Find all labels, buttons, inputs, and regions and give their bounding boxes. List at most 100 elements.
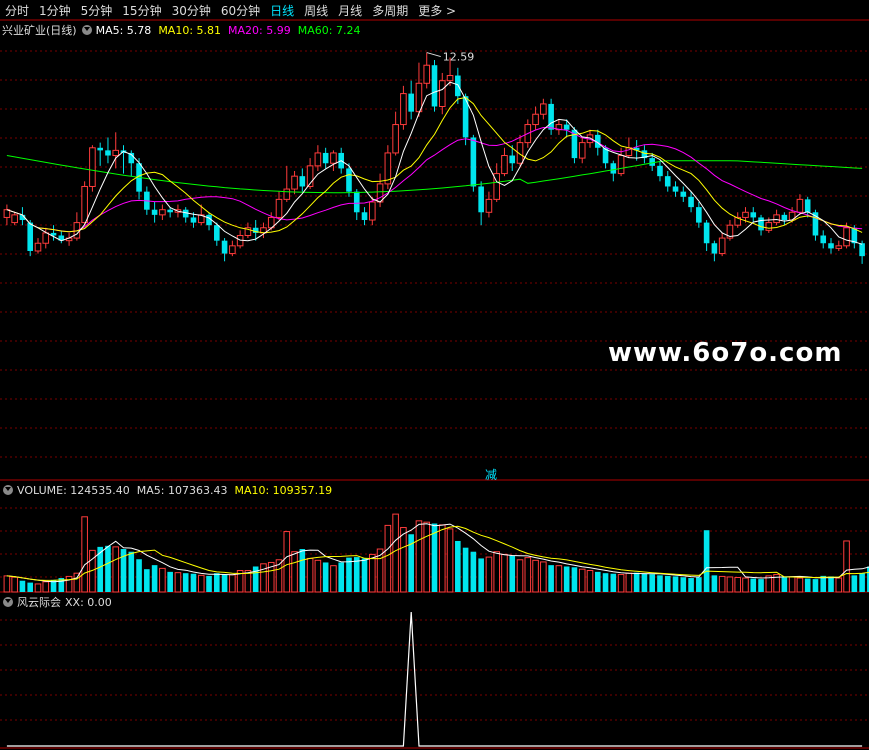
- volume-bar: [19, 580, 26, 592]
- candle-body: [159, 209, 166, 216]
- volume-bar: [788, 576, 796, 593]
- volume-bar: [167, 571, 173, 592]
- candle-body: [796, 198, 804, 213]
- volume-bar: [159, 567, 166, 593]
- volume-bar: [485, 556, 493, 593]
- volume-bar: [625, 572, 633, 593]
- volume-bar: [571, 567, 578, 592]
- candle-body: [81, 185, 88, 224]
- candle-body: [828, 243, 834, 249]
- volume-bar: [750, 578, 757, 592]
- candle-body: [649, 158, 655, 166]
- candle-body: [610, 163, 617, 174]
- candle-body: [742, 211, 749, 218]
- candle-body: [415, 82, 423, 113]
- volume-bar: [361, 558, 368, 592]
- candle-body: [283, 188, 291, 200]
- ma10-line: [6, 96, 863, 234]
- volume-bar: [696, 577, 702, 592]
- volume-bar: [804, 578, 811, 592]
- volume-bar: [174, 572, 182, 593]
- volume-bar: [633, 572, 640, 592]
- volume-bar: [27, 582, 34, 592]
- volume-bar: [524, 557, 532, 593]
- candle-body: [478, 186, 484, 213]
- volume-bar: [726, 576, 734, 593]
- volume-bar: [820, 575, 827, 592]
- candle-body: [664, 176, 671, 187]
- volume-bar: [128, 551, 135, 592]
- volume-bar: [796, 577, 804, 593]
- volume-bar: [65, 575, 73, 593]
- volume-bar: [73, 572, 81, 593]
- volume-bar: [610, 573, 617, 592]
- volume-bar: [214, 573, 220, 592]
- volume-bar: [843, 540, 850, 593]
- candle-body: [696, 207, 702, 223]
- candle-body: [859, 243, 865, 257]
- volume-bar: [734, 576, 742, 593]
- candle-body: [750, 212, 757, 218]
- candle-body: [275, 198, 283, 218]
- candle-body: [97, 147, 103, 151]
- candle-body: [438, 80, 446, 107]
- volume-bar: [369, 553, 376, 593]
- candle-body: [11, 214, 18, 224]
- candle-body: [151, 209, 158, 215]
- volume-bar: [338, 562, 345, 592]
- candle-body: [446, 75, 454, 82]
- volume-bar: [11, 576, 18, 593]
- candle-body: [688, 196, 694, 208]
- volume-bar: [835, 577, 843, 593]
- volume-bar: [136, 559, 142, 592]
- volume-bar: [594, 571, 601, 592]
- volume-bar: [680, 577, 687, 592]
- candle-body: [703, 222, 710, 244]
- volume-bar: [438, 524, 446, 593]
- volume-bar: [493, 551, 500, 593]
- candle-body: [548, 103, 554, 130]
- volume-bar: [151, 565, 158, 592]
- volume-bar: [711, 575, 718, 592]
- volume-bar: [306, 557, 314, 593]
- candle-body: [680, 191, 687, 197]
- volume-bar: [206, 575, 212, 592]
- volume-bar: [540, 561, 547, 593]
- candle-body: [34, 242, 42, 252]
- volume-bar: [384, 524, 392, 593]
- volume-bar: [470, 551, 477, 592]
- candle-body: [843, 227, 850, 247]
- candle-body: [485, 198, 493, 213]
- volume-bar: [182, 573, 189, 592]
- volume-bar: [81, 516, 88, 593]
- volume-bar: [299, 549, 306, 592]
- candle-body: [89, 147, 96, 187]
- volume-bar: [314, 559, 322, 593]
- candle-body: [229, 245, 236, 255]
- candle-body: [509, 155, 516, 164]
- volume-bar: [664, 575, 671, 592]
- volume-bar: [649, 574, 655, 592]
- volume-bar: [415, 520, 423, 593]
- volume-bar: [703, 530, 710, 592]
- volume-bar: [221, 574, 228, 592]
- volume-bar: [446, 528, 454, 593]
- kline-chart[interactable]: 12.59: [0, 0, 869, 750]
- volume-bar: [718, 575, 726, 593]
- candle-body: [657, 165, 663, 177]
- volume-marker: 减: [485, 468, 498, 482]
- volume-bar: [112, 546, 120, 593]
- volume-bar: [478, 558, 484, 592]
- volume-bar: [455, 540, 461, 592]
- candle-body: [361, 212, 368, 221]
- volume-bar: [283, 531, 291, 593]
- candle-body: [423, 64, 431, 84]
- volume-bar: [400, 527, 407, 593]
- volume-bar: [105, 545, 111, 592]
- volume-bar: [516, 559, 524, 593]
- volume-bar: [781, 576, 788, 592]
- volume-bar: [641, 573, 648, 592]
- high-label-pointer: [426, 52, 441, 58]
- volume-bar: [144, 569, 150, 592]
- candle-body: [42, 232, 50, 244]
